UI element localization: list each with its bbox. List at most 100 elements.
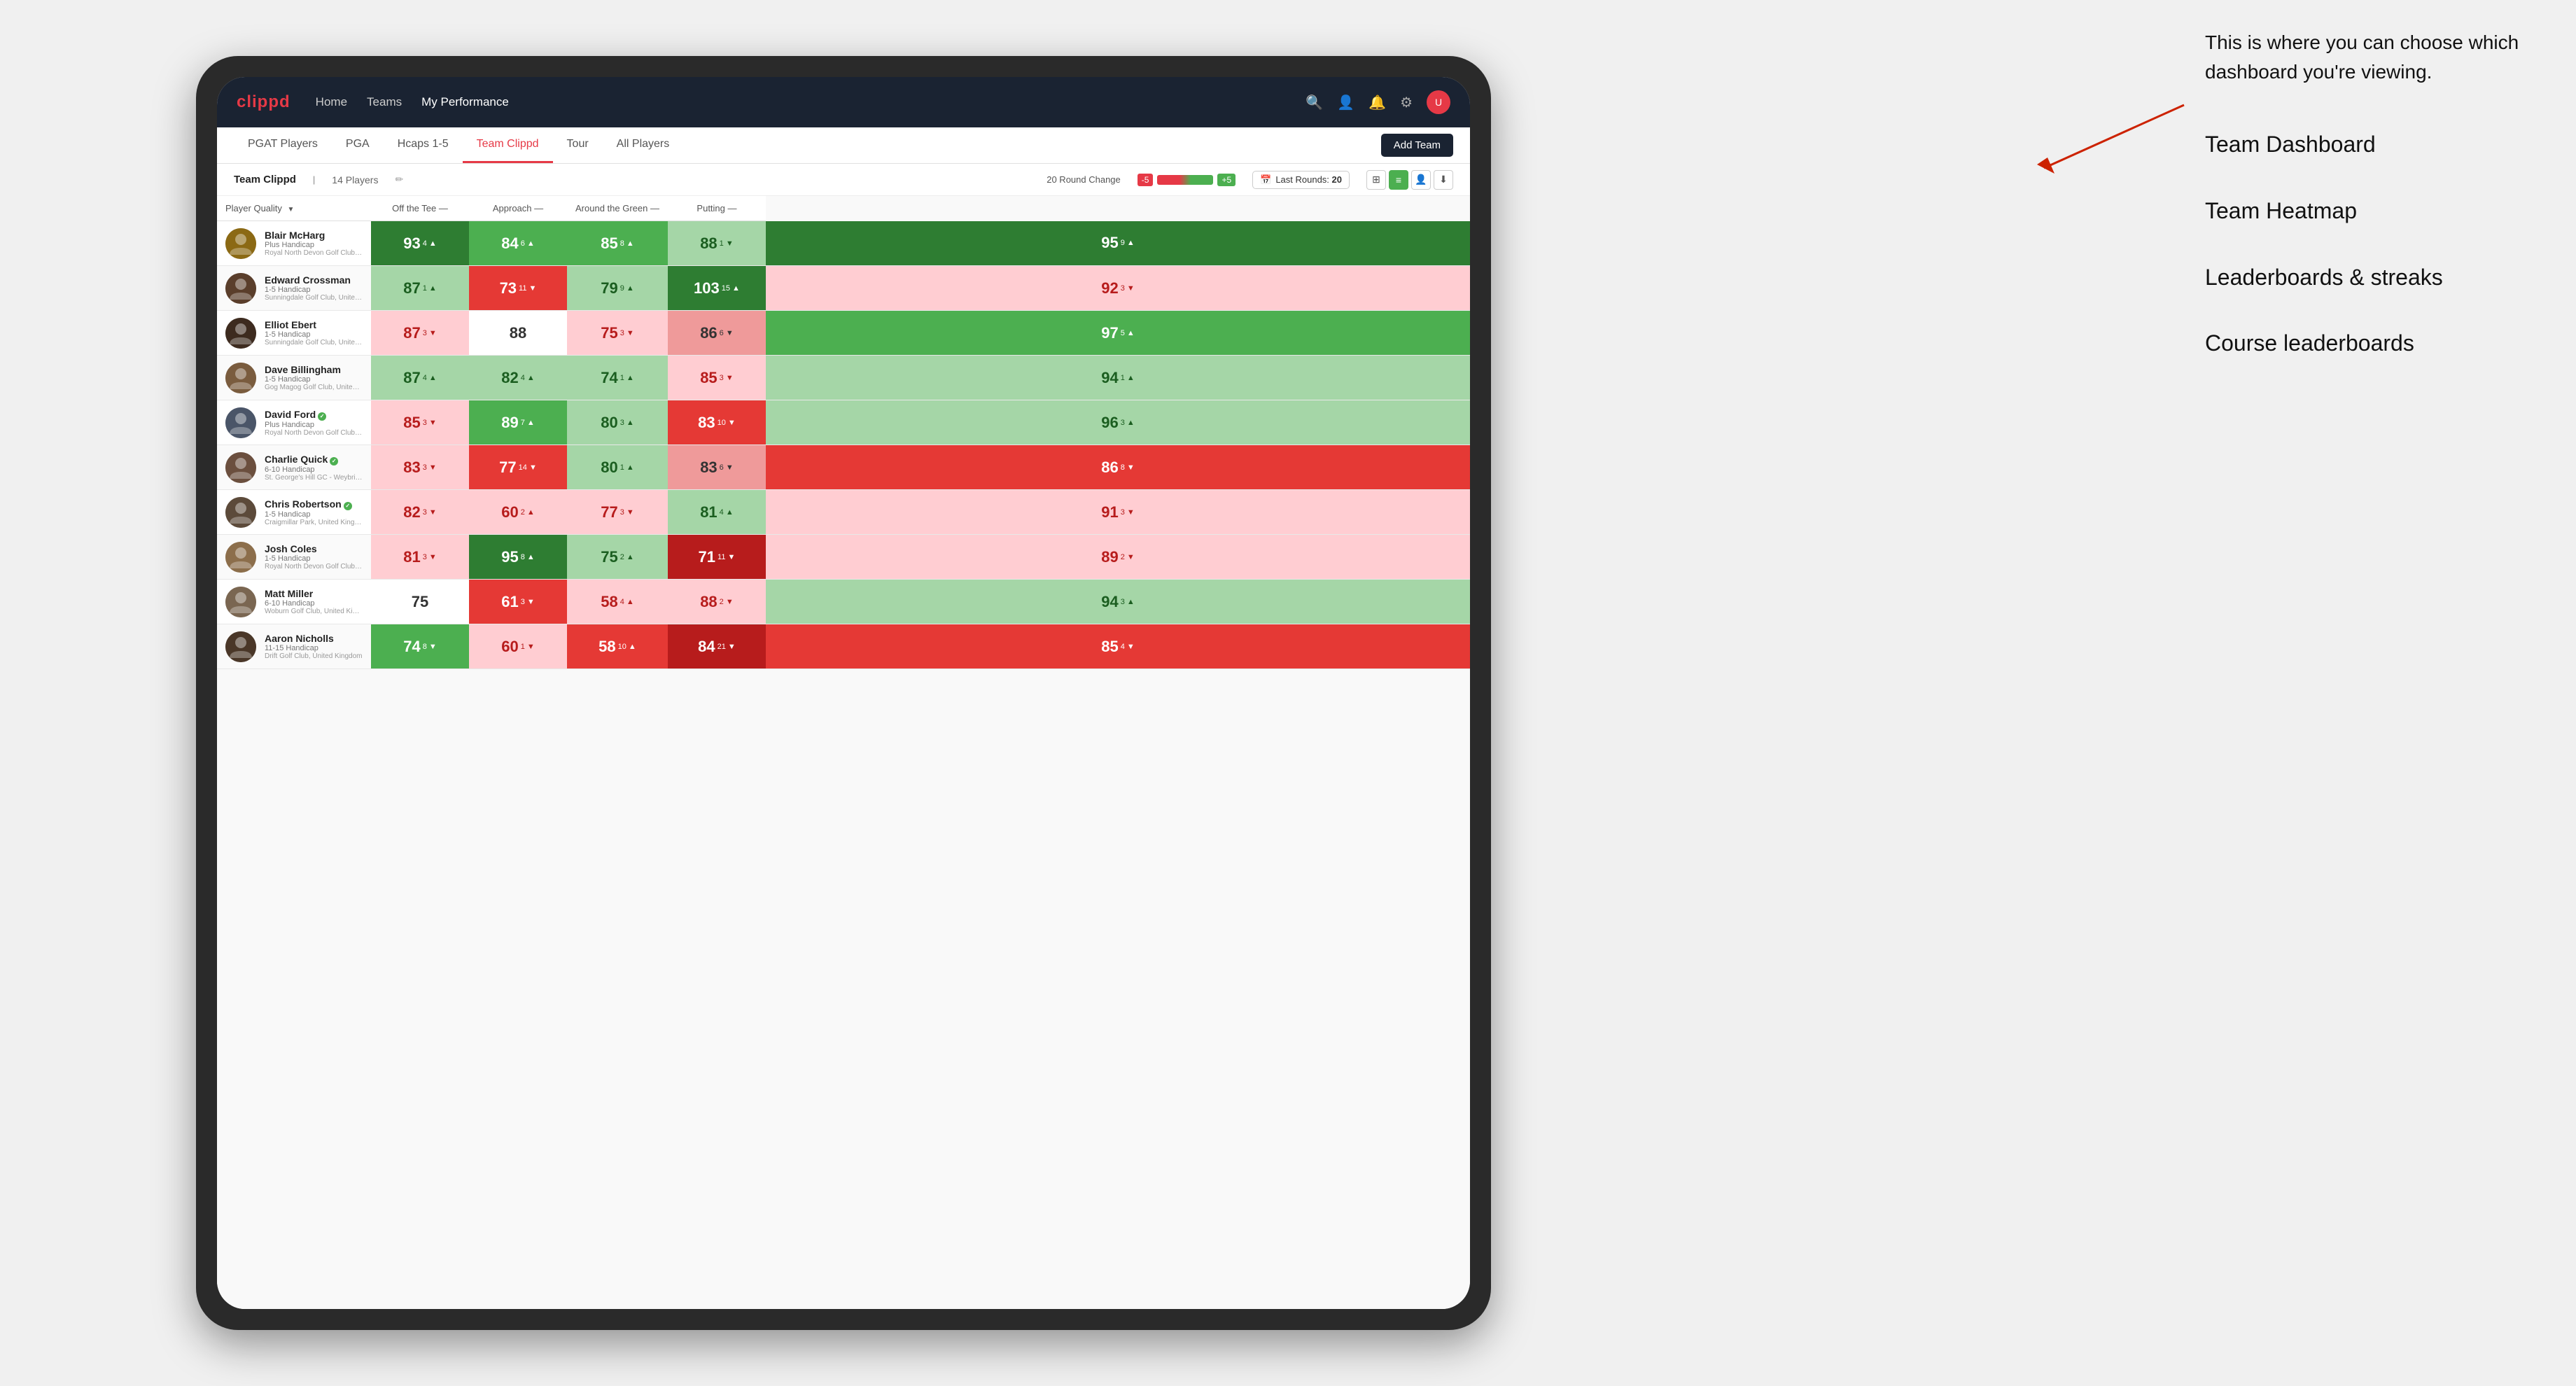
table-row[interactable]: Dave Billingham1-5 HandicapGog Magog Gol…: [217, 356, 1470, 400]
metric-value-putting: 103: [694, 279, 720, 298]
player-cell[interactable]: David Ford✓Plus HandicapRoyal North Devo…: [217, 400, 371, 445]
table-row[interactable]: Josh Coles1-5 HandicapRoyal North Devon …: [217, 535, 1470, 580]
table-row[interactable]: Matt Miller6-10 HandicapWoburn Golf Club…: [217, 580, 1470, 624]
search-icon[interactable]: 🔍: [1306, 94, 1323, 111]
metric-cell-putting: 866: [668, 311, 766, 356]
settings-icon[interactable]: ⚙: [1400, 94, 1413, 111]
tab-tour[interactable]: Tour: [553, 127, 603, 163]
player-cell[interactable]: Josh Coles1-5 HandicapRoyal North Devon …: [217, 535, 371, 580]
view-person-btn[interactable]: 👤: [1411, 170, 1431, 190]
metric-change-putting: 10: [718, 419, 736, 427]
nav-link-home[interactable]: Home: [316, 92, 347, 112]
player-cell[interactable]: Edward Crossman1-5 HandicapSunningdale G…: [217, 266, 371, 311]
metric-change-quality: 3: [1121, 598, 1135, 606]
metric-value-off-tee: 82: [403, 503, 420, 522]
tab-hcaps[interactable]: Hcaps 1-5: [384, 127, 463, 163]
table-row[interactable]: Chris Robertson✓1-5 HandicapCraigmillar …: [217, 490, 1470, 535]
table-row[interactable]: Edward Crossman1-5 HandicapSunningdale G…: [217, 266, 1470, 311]
metric-cell-off-tee: 873: [371, 311, 469, 356]
player-club: Woburn Golf Club, United Kingdom: [265, 608, 363, 615]
table-row[interactable]: David Ford✓Plus HandicapRoyal North Devo…: [217, 400, 1470, 445]
col-header-player[interactable]: Player Quality ▼: [217, 196, 371, 221]
metric-change-putting: 3: [720, 374, 734, 382]
table-row[interactable]: Blair McHargPlus HandicapRoyal North Dev…: [217, 221, 1470, 266]
add-team-button[interactable]: Add Team: [1381, 134, 1453, 157]
nav-link-performance[interactable]: My Performance: [421, 92, 509, 112]
col-header-approach[interactable]: Approach —: [469, 196, 567, 221]
tab-all-players[interactable]: All Players: [603, 127, 684, 163]
last-rounds-button[interactable]: 📅 Last Rounds: 20: [1252, 171, 1350, 189]
metric-cell-putting: 853: [668, 356, 766, 400]
player-handicap: 1-5 Handicap: [265, 330, 363, 339]
metric-value-around-green: 79: [601, 279, 617, 298]
player-cell[interactable]: Elliot Ebert1-5 HandicapSunningdale Golf…: [217, 311, 371, 356]
player-cell[interactable]: Blair McHargPlus HandicapRoyal North Dev…: [217, 221, 371, 266]
col-header-putting[interactable]: Putting —: [668, 196, 766, 221]
user-icon[interactable]: 👤: [1337, 94, 1354, 111]
metric-cell-around-green: 5810: [567, 624, 668, 669]
metric-cell-putting: 814: [668, 490, 766, 535]
player-name: David Ford✓: [265, 409, 363, 421]
metric-change-quality: 3: [1121, 508, 1135, 517]
tab-team-clippd[interactable]: Team Clippd: [463, 127, 553, 163]
metric-change-quality: 4: [1121, 643, 1135, 651]
player-handicap: Plus Handicap: [265, 421, 363, 429]
view-list-btn[interactable]: ≡: [1389, 170, 1408, 190]
player-name: Josh Coles: [265, 543, 363, 554]
avatar: [225, 497, 256, 528]
metric-change-approach: 6: [521, 239, 535, 248]
player-cell[interactable]: Charlie Quick✓6-10 HandicapSt. George's …: [217, 445, 371, 490]
metric-cell-off-tee: 871: [371, 266, 469, 311]
metric-value-putting: 88: [700, 593, 717, 611]
view-download-btn[interactable]: ⬇: [1434, 170, 1453, 190]
metric-cell-putting: 881: [668, 221, 766, 266]
metric-value-quality: 95: [1101, 234, 1118, 252]
data-table: Player Quality ▼ Off the Tee — Approach …: [217, 196, 1470, 669]
avatar: [225, 587, 256, 617]
metric-value-off-tee: 87: [403, 369, 420, 387]
metric-change-approach: 7: [521, 419, 535, 427]
annotation-area: This is where you can choose which dashb…: [2205, 28, 2555, 394]
player-cell[interactable]: Matt Miller6-10 HandicapWoburn Golf Club…: [217, 580, 371, 624]
player-cell[interactable]: Aaron Nicholls11-15 HandicapDrift Golf C…: [217, 624, 371, 669]
view-toggle: ⊞ ≡ 👤 ⬇: [1366, 170, 1453, 190]
metric-change-off-tee: 1: [423, 284, 437, 293]
table-row[interactable]: Elliot Ebert1-5 HandicapSunningdale Golf…: [217, 311, 1470, 356]
table-row[interactable]: Aaron Nicholls11-15 HandicapDrift Golf C…: [217, 624, 1470, 669]
metric-value-around-green: 74: [601, 369, 617, 387]
player-handicap: 6-10 Handicap: [265, 599, 363, 608]
metric-value-quality: 97: [1101, 324, 1118, 342]
player-handicap: 1-5 Handicap: [265, 554, 363, 563]
tablet-screen: clippd Home Teams My Performance 🔍 👤 🔔 ⚙…: [217, 77, 1470, 1309]
player-club: St. George's Hill GC - Weybridge - Surre…: [265, 474, 363, 482]
metric-cell-approach: 613: [469, 580, 567, 624]
metric-value-quality: 91: [1101, 503, 1118, 522]
metric-change-putting: 6: [720, 463, 734, 472]
player-cell[interactable]: Chris Robertson✓1-5 HandicapCraigmillar …: [217, 490, 371, 535]
metric-cell-around-green: 741: [567, 356, 668, 400]
metric-value-approach: 60: [501, 503, 518, 522]
nav-links: Home Teams My Performance: [316, 92, 1306, 112]
metric-value-off-tee: 87: [403, 324, 420, 342]
edit-icon[interactable]: ✏: [395, 174, 403, 186]
metric-value-quality: 85: [1101, 638, 1118, 656]
metric-change-off-tee: 4: [423, 374, 437, 382]
tab-pga[interactable]: PGA: [332, 127, 384, 163]
metric-change-approach: 3: [521, 598, 535, 606]
table-row[interactable]: Charlie Quick✓6-10 HandicapSt. George's …: [217, 445, 1470, 490]
col-header-off-tee[interactable]: Off the Tee —: [371, 196, 469, 221]
nav-link-teams[interactable]: Teams: [367, 92, 402, 112]
tab-pgat[interactable]: PGAT Players: [234, 127, 332, 163]
view-grid-btn[interactable]: ⊞: [1366, 170, 1386, 190]
avatar[interactable]: U: [1427, 90, 1450, 114]
metric-value-around-green: 77: [601, 503, 617, 522]
col-header-around-green[interactable]: Around the Green —: [567, 196, 668, 221]
metric-change-off-tee: 3: [423, 463, 437, 472]
metric-change-around-green: 3: [620, 508, 634, 517]
player-club: Royal North Devon Golf Club, United King…: [265, 249, 363, 257]
bell-icon[interactable]: 🔔: [1368, 94, 1386, 111]
verified-badge: ✓: [330, 457, 338, 465]
metric-cell-putting: 836: [668, 445, 766, 490]
player-cell[interactable]: Dave Billingham1-5 HandicapGog Magog Gol…: [217, 356, 371, 400]
metric-change-putting: 15: [722, 284, 740, 293]
